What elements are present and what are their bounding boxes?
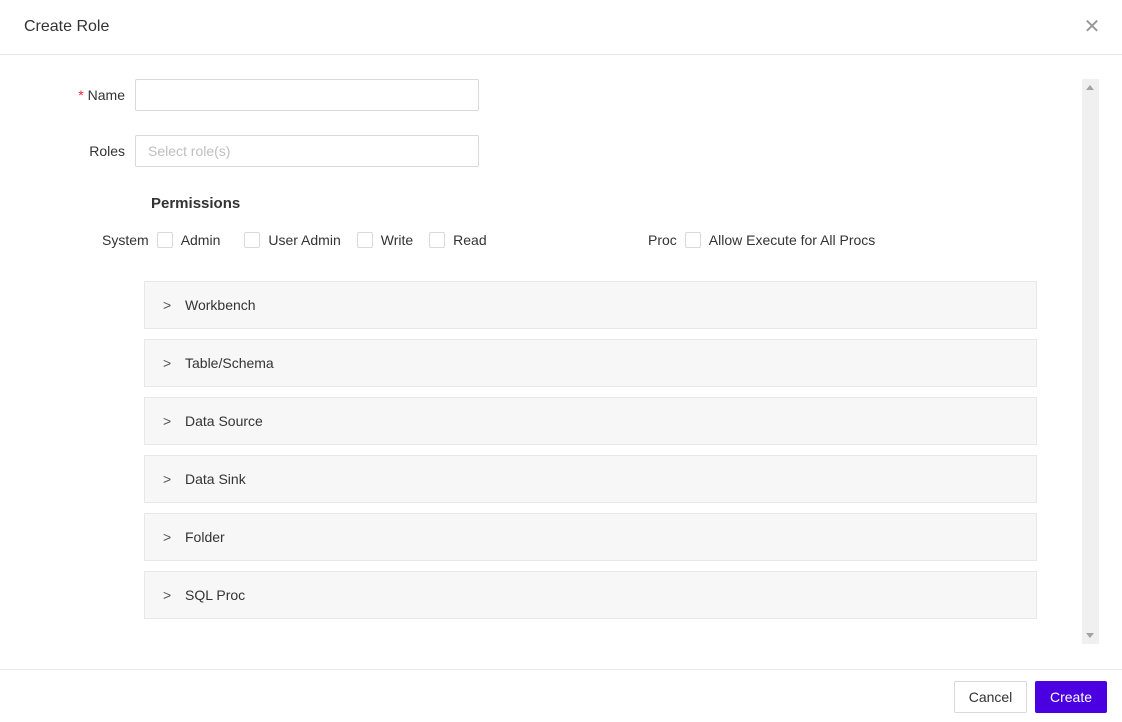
scroll-up-icon[interactable] [1086, 85, 1094, 90]
panel-sql-proc[interactable]: > SQL Proc [144, 571, 1037, 619]
name-form-row: * Name [0, 79, 479, 111]
write-label: Write [380, 232, 414, 248]
name-label-text: Name [87, 87, 125, 103]
panel-label: Data Sink [185, 471, 246, 487]
user-admin-checkbox[interactable] [244, 232, 261, 248]
panel-label: Folder [185, 529, 225, 545]
required-mark: * [78, 87, 84, 103]
name-label: * Name [0, 87, 135, 103]
roles-select[interactable] [135, 135, 479, 167]
panel-label: SQL Proc [185, 587, 246, 603]
proc-permissions: Proc Allow Execute for All Procs [648, 232, 883, 248]
system-label: System [102, 232, 149, 248]
panel-workbench[interactable]: > Workbench [144, 281, 1037, 329]
permissions-title: Permissions [151, 195, 241, 212]
create-role-dialog: Create Role ✕ *Name Roles Permissions Sy… [0, 0, 1122, 722]
chevron-right-icon: > [163, 471, 172, 487]
dialog-title: Create Role [24, 18, 110, 35]
roles-label: Roles [89, 143, 125, 159]
panel-label: Workbench [185, 297, 256, 313]
panel-table-schema[interactable]: > Table/Schema [144, 339, 1037, 387]
allow-execute-all-procs-label: Allow Execute for All Procs [708, 232, 876, 248]
chevron-right-icon: > [163, 413, 172, 429]
create-button[interactable]: Create [1035, 681, 1107, 713]
cancel-button[interactable]: Cancel [954, 681, 1027, 713]
permission-panels: > Workbench > Table/Schema > Data Source > D… [144, 281, 1037, 629]
proc-label: Proc [648, 232, 677, 248]
close-icon[interactable]: ✕ [1082, 17, 1102, 37]
panel-folder[interactable]: > Folder [144, 513, 1037, 561]
dialog-header: Create Role [0, 0, 1122, 55]
panel-label: Table/Schema [185, 355, 274, 371]
write-checkbox[interactable] [356, 232, 373, 248]
chevron-right-icon: > [163, 355, 172, 371]
scroll-down-icon[interactable] [1086, 633, 1094, 638]
panel-data-source[interactable]: > Data Source [144, 397, 1037, 445]
panel-data-sink[interactable]: > Data Sink [144, 455, 1037, 503]
dialog-body: *Name Roles Permissions System Admin Use… [0, 56, 1122, 668]
allow-execute-all-procs-checkbox[interactable] [684, 232, 701, 248]
read-label: Read [453, 232, 487, 248]
roles-form-row: Roles [0, 135, 479, 167]
dialog-footer: Cancel Create [0, 669, 1122, 722]
vertical-scrollbar[interactable] [1082, 79, 1099, 644]
admin-label: Admin [180, 232, 221, 248]
chevron-right-icon: > [163, 587, 172, 603]
name-input[interactable] [135, 79, 479, 111]
chevron-right-icon: > [163, 529, 172, 545]
read-checkbox[interactable] [429, 232, 446, 248]
admin-checkbox[interactable] [156, 232, 173, 248]
chevron-right-icon: > [163, 297, 172, 313]
system-permissions: System Admin User Admin Write Read [102, 232, 495, 248]
user-admin-label: User Admin [268, 232, 341, 248]
panel-label: Data Source [185, 413, 263, 429]
